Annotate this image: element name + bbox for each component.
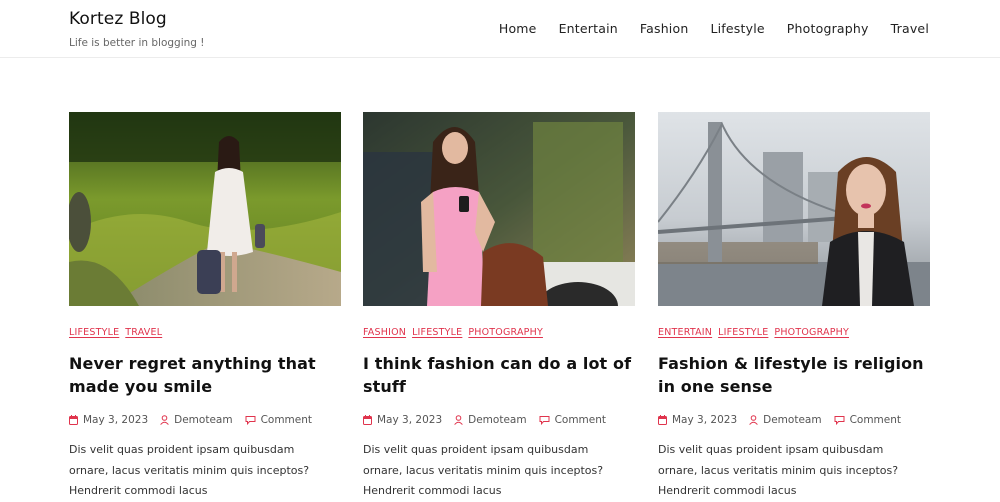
post-title[interactable]: I think fashion can do a lot of stuff (363, 352, 635, 398)
post-card: FASHION LIFESTYLE PHOTOGRAPHY I think fa… (363, 112, 635, 502)
category-link[interactable]: LIFESTYLE (718, 326, 768, 340)
post-date: May 3, 2023 (363, 414, 442, 426)
comment-icon (245, 416, 256, 425)
post-thumbnail[interactable] (363, 112, 635, 306)
site-title[interactable]: Kortez Blog (69, 8, 205, 30)
post-date-link[interactable]: May 3, 2023 (377, 414, 442, 426)
post-excerpt: Dis velit quas proident ipsam quibusdam … (363, 443, 604, 497)
category-link[interactable]: ENTERTAIN (658, 326, 712, 340)
nav-item-fashion[interactable]: Fashion (640, 20, 689, 38)
nav-item-lifestyle[interactable]: Lifestyle (710, 20, 764, 38)
post-image-woman-by-bridge (658, 112, 930, 306)
main-navigation: Home Entertain Fashion Lifestyle Photogr… (477, 20, 929, 38)
post-card: LIFESTYLE TRAVEL Never regret anything t… (69, 112, 341, 502)
post-thumbnail[interactable] (69, 112, 341, 306)
post-author-link[interactable]: Demoteam (174, 414, 232, 426)
comment-icon (539, 416, 550, 425)
category-link[interactable]: TRAVEL (125, 326, 162, 340)
post-categories: LIFESTYLE TRAVEL (69, 326, 341, 340)
nav-item-entertain[interactable]: Entertain (559, 20, 618, 38)
post-comments-link[interactable]: Comment (261, 414, 312, 426)
post-meta: May 3, 2023 Demoteam Comment (69, 412, 341, 428)
post-categories: ENTERTAIN LIFESTYLE PHOTOGRAPHY (658, 326, 930, 340)
post-date-link[interactable]: May 3, 2023 (672, 414, 737, 426)
category-link[interactable]: LIFESTYLE (69, 326, 119, 340)
post-comments: Comment (539, 414, 606, 426)
category-link[interactable]: LIFESTYLE (412, 326, 462, 340)
post-image-woman-on-path (69, 112, 341, 306)
calendar-icon (363, 415, 372, 425)
post-image-woman-with-phone (363, 112, 635, 306)
nav-item-travel[interactable]: Travel (891, 20, 929, 38)
post-title[interactable]: Fashion & lifestyle is religion in one s… (658, 352, 930, 398)
post-date-link[interactable]: May 3, 2023 (83, 414, 148, 426)
category-link[interactable]: FASHION (363, 326, 406, 340)
site-header: Kortez Blog Life is better in blogging !… (0, 0, 1000, 58)
post-excerpt: Dis velit quas proident ipsam quibusdam … (658, 443, 899, 497)
post-author: Demoteam (160, 414, 233, 426)
post-comments-link[interactable]: Comment (555, 414, 606, 426)
post-comments-link[interactable]: Comment (850, 414, 901, 426)
post-categories: FASHION LIFESTYLE PHOTOGRAPHY (363, 326, 635, 340)
user-icon (160, 415, 169, 425)
post-author-link[interactable]: Demoteam (763, 414, 821, 426)
post-author: Demoteam (454, 414, 527, 426)
post-date: May 3, 2023 (658, 414, 737, 426)
post-title[interactable]: Never regret anything that made you smil… (69, 352, 341, 398)
calendar-icon (69, 415, 78, 425)
post-card: ENTERTAIN LIFESTYLE PHOTOGRAPHY Fashion … (658, 112, 930, 502)
user-icon (749, 415, 758, 425)
site-tagline: Life is better in blogging ! (69, 37, 205, 49)
post-meta: May 3, 2023 Demoteam Comment (363, 412, 635, 428)
user-icon (454, 415, 463, 425)
post-author: Demoteam (749, 414, 822, 426)
post-author-link[interactable]: Demoteam (468, 414, 526, 426)
nav-item-photography[interactable]: Photography (787, 20, 869, 38)
comment-icon (834, 416, 845, 425)
site-branding: Kortez Blog Life is better in blogging ! (69, 8, 205, 50)
post-date: May 3, 2023 (69, 414, 148, 426)
post-thumbnail[interactable] (658, 112, 930, 306)
nav-item-home[interactable]: Home (499, 20, 537, 38)
category-link[interactable]: PHOTOGRAPHY (468, 326, 543, 340)
post-meta: May 3, 2023 Demoteam Comment (658, 412, 930, 428)
post-excerpt: Dis velit quas proident ipsam quibusdam … (69, 443, 310, 497)
category-link[interactable]: PHOTOGRAPHY (774, 326, 849, 340)
post-comments: Comment (834, 414, 901, 426)
calendar-icon (658, 415, 667, 425)
post-comments: Comment (245, 414, 312, 426)
